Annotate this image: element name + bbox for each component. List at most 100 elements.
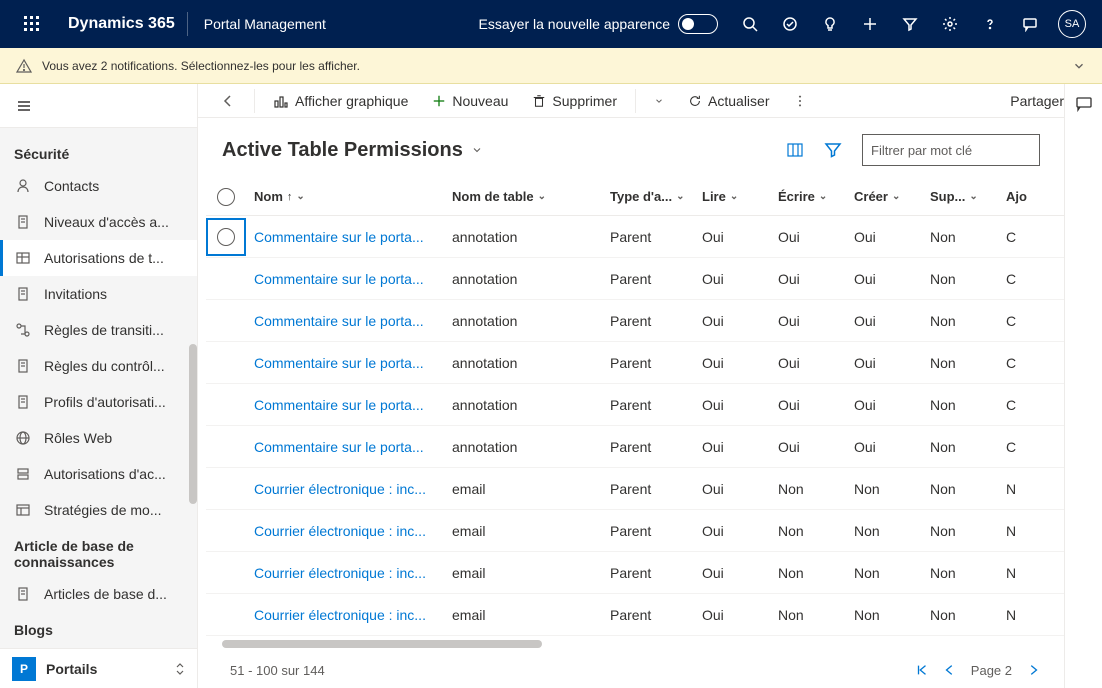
col-header-append[interactable]: Ajo xyxy=(998,189,1038,204)
view-selector[interactable]: Active Table Permissions xyxy=(222,139,483,162)
cell-append: C xyxy=(998,439,1038,455)
col-header-name[interactable]: Nom ↑ ⌄ xyxy=(246,189,444,204)
chat-icon[interactable] xyxy=(1010,0,1050,48)
record-link[interactable]: Courrier électronique : inc... xyxy=(254,481,426,497)
sidebar-item-label: Règles du contrôl... xyxy=(44,358,165,374)
help-icon[interactable] xyxy=(970,0,1010,48)
sidebar-item[interactable]: Stratégies de mo... xyxy=(0,492,197,528)
search-icon[interactable] xyxy=(730,0,770,48)
cell-type: Parent xyxy=(602,355,694,371)
col-header-table[interactable]: Nom de table ⌄ xyxy=(444,189,602,204)
table-row[interactable]: Courrier électronique : inc...emailParen… xyxy=(206,552,1064,594)
app-launcher-icon[interactable] xyxy=(8,0,56,48)
cell-write: Non xyxy=(770,607,846,623)
back-button[interactable] xyxy=(210,85,246,117)
hamburger-icon[interactable] xyxy=(0,84,197,128)
record-link[interactable]: Courrier électronique : inc... xyxy=(254,565,426,581)
add-icon[interactable] xyxy=(850,0,890,48)
filter-icon[interactable] xyxy=(824,141,842,159)
sidebar-item[interactable]: Autorisations de t... xyxy=(0,240,197,276)
table-row[interactable]: Commentaire sur le porta...annotationPar… xyxy=(206,342,1064,384)
horizontal-scrollbar[interactable] xyxy=(222,640,1048,648)
grid-body[interactable]: Commentaire sur le porta... annotation Par… xyxy=(206,216,1064,636)
record-link[interactable]: Commentaire sur le porta... xyxy=(254,439,424,455)
col-header-create[interactable]: Créer ⌄ xyxy=(846,189,922,204)
area-label: Portails xyxy=(46,661,97,677)
try-new-look-toggle[interactable]: Essayer la nouvelle apparence xyxy=(467,14,730,34)
cell-delete: Non xyxy=(922,565,998,581)
table-row[interactable]: Courrier électronique : inc...emailParen… xyxy=(206,468,1064,510)
scrollbar-icon[interactable] xyxy=(189,344,197,504)
lightbulb-icon[interactable] xyxy=(810,0,850,48)
show-chart-button[interactable]: Afficher graphique xyxy=(263,85,418,117)
col-header-read[interactable]: Lire ⌄ xyxy=(694,189,770,204)
task-icon[interactable] xyxy=(770,0,810,48)
sidebar-item[interactable]: Articles de base d... xyxy=(0,576,197,612)
cell-write: Oui xyxy=(770,313,846,329)
sidebar-item[interactable]: Invitations xyxy=(0,276,197,312)
record-link[interactable]: Courrier électronique : inc... xyxy=(254,607,426,623)
settings-icon[interactable] xyxy=(930,0,970,48)
brand-label[interactable]: Dynamics 365 xyxy=(56,15,187,33)
record-link[interactable]: Commentaire sur le porta... xyxy=(254,229,424,245)
edit-columns-icon[interactable] xyxy=(786,141,804,159)
table-row[interactable]: Commentaire sur le porta...annotationPar… xyxy=(206,300,1064,342)
next-page-button[interactable] xyxy=(1026,663,1040,677)
col-header-write[interactable]: Écrire ⌄ xyxy=(770,189,846,204)
user-avatar[interactable]: SA xyxy=(1058,10,1086,38)
cell-append: N xyxy=(998,607,1038,623)
table-row[interactable]: Commentaire sur le porta...annotationPar… xyxy=(206,258,1064,300)
record-link[interactable]: Commentaire sur le porta... xyxy=(254,355,424,371)
app-name[interactable]: Portal Management xyxy=(188,16,342,32)
avatar-initials: SA xyxy=(1065,18,1080,30)
chevron-down-icon xyxy=(471,144,483,156)
notification-bar[interactable]: Vous avez 2 notifications. Sélectionnez-… xyxy=(0,48,1102,84)
cell-append: N xyxy=(998,481,1038,497)
cell-write: Oui xyxy=(770,271,846,287)
first-page-button[interactable] xyxy=(915,663,929,677)
view-title: Active Table Permissions xyxy=(222,139,463,162)
cell-table: email xyxy=(444,565,602,581)
delete-split-button[interactable] xyxy=(644,85,674,117)
sidebar-item[interactable]: Règles de transiti... xyxy=(0,312,197,348)
chevron-down-icon[interactable] xyxy=(1072,59,1086,73)
table-row[interactable]: Commentaire sur le porta...annotationPar… xyxy=(206,384,1064,426)
sidebar-item[interactable]: Autorisations d'ac... xyxy=(0,456,197,492)
sidebar-item[interactable]: Rôles Web xyxy=(0,420,197,456)
sidebar-scroll[interactable]: SécuritéContactsNiveaux d'accès a...Auto… xyxy=(0,128,197,648)
cell-read: Oui xyxy=(694,439,770,455)
doc-icon xyxy=(14,285,32,303)
col-header-type[interactable]: Type d'a... ⌄ xyxy=(602,189,694,204)
cell-read: Oui xyxy=(694,607,770,623)
prev-page-button[interactable] xyxy=(943,663,957,677)
record-link[interactable]: Commentaire sur le porta... xyxy=(254,313,424,329)
cell-read: Oui xyxy=(694,271,770,287)
row-select[interactable] xyxy=(206,218,246,256)
copilot-icon[interactable] xyxy=(1075,94,1093,112)
sidebar-item[interactable]: Profils d'autorisati... xyxy=(0,384,197,420)
refresh-button[interactable]: Actualiser xyxy=(678,85,779,117)
table-row[interactable]: Courrier électronique : inc...emailParen… xyxy=(206,594,1064,636)
cell-delete: Non xyxy=(922,397,998,413)
filter-icon[interactable] xyxy=(890,0,930,48)
overflow-button[interactable] xyxy=(783,85,817,117)
top-nav: Dynamics 365 Portal Management Essayer l… xyxy=(0,0,1102,48)
new-button[interactable]: Nouveau xyxy=(422,85,518,117)
col-header-delete[interactable]: Sup... ⌄ xyxy=(922,189,998,204)
record-link[interactable]: Courrier électronique : inc... xyxy=(254,523,426,539)
cell-create: Oui xyxy=(846,313,922,329)
select-all-checkbox[interactable] xyxy=(206,188,246,206)
table-row[interactable]: Courrier électronique : inc...emailParen… xyxy=(206,510,1064,552)
record-link[interactable]: Commentaire sur le porta... xyxy=(254,397,424,413)
sidebar-item[interactable]: Contacts xyxy=(0,168,197,204)
sidebar-item[interactable]: Règles du contrôl... xyxy=(0,348,197,384)
sidebar-item[interactable]: Niveaux d'accès a... xyxy=(0,204,197,240)
table-row[interactable]: Commentaire sur le porta...annotationPar… xyxy=(206,426,1064,468)
delete-button[interactable]: Supprimer xyxy=(522,85,627,117)
sidebar-item-label: Autorisations d'ac... xyxy=(44,466,166,482)
table-row[interactable]: Commentaire sur le porta...annotationPar… xyxy=(206,216,1064,258)
cell-table: annotation xyxy=(444,313,602,329)
keyword-filter-input[interactable] xyxy=(862,134,1040,166)
record-link[interactable]: Commentaire sur le porta... xyxy=(254,271,424,287)
area-switcher[interactable]: P Portails xyxy=(0,648,197,688)
